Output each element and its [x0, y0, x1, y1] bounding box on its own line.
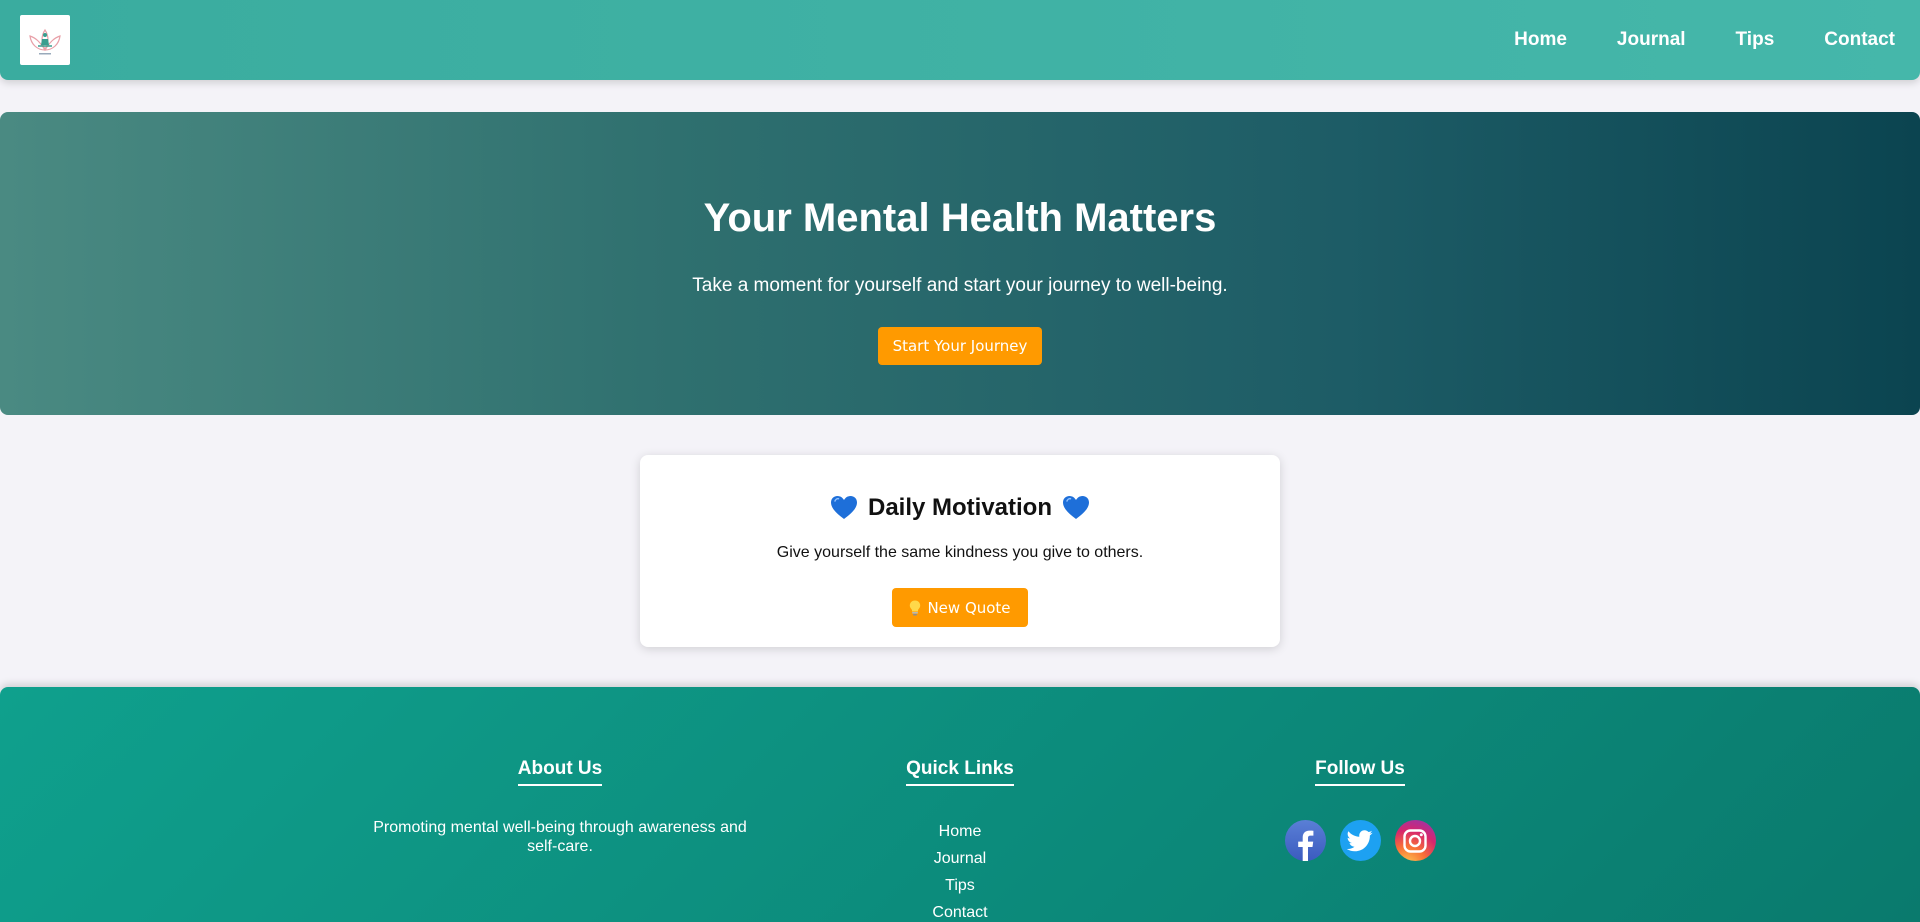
twitter-icon[interactable]: [1339, 820, 1381, 861]
footer-links-list: Home Journal Tips Contact: [760, 818, 1160, 922]
footer-link-tips[interactable]: Tips: [760, 872, 1160, 899]
nav-tips-link[interactable]: Tips: [1736, 29, 1775, 51]
meditation-lotus-logo-icon: [29, 28, 61, 55]
motivation-heading: Daily Motivation: [640, 494, 1280, 522]
motivation-title: Daily Motivation: [867, 494, 1053, 521]
nav-home-link[interactable]: Home: [1514, 29, 1567, 51]
nav-contact-link[interactable]: Contact: [1824, 29, 1895, 51]
footer-link-journal[interactable]: Journal: [760, 845, 1160, 872]
footer-follow-heading: Follow Us: [1315, 758, 1405, 786]
motivation-quote: Give yourself the same kindness you give…: [776, 544, 1144, 561]
hero-subtitle: Take a moment for yourself and start you…: [692, 275, 1228, 296]
hero-title: Your Mental Health Matters: [703, 196, 1217, 240]
facebook-icon[interactable]: [1284, 820, 1326, 861]
footer-quick-links-heading: Quick Links: [906, 758, 1014, 786]
new-quote-label: New Quote: [927, 598, 1011, 617]
footer-follow-section: Follow Us: [1160, 687, 1560, 861]
start-journey-button[interactable]: Start Your Journey: [878, 327, 1042, 365]
instagram-icon[interactable]: [1394, 820, 1436, 861]
footer-quick-links-section: Quick Links Home Journal Tips Contact: [760, 687, 1160, 922]
footer-about-heading: About Us: [517, 758, 603, 786]
site-footer: About Us Promoting mental well-being thr…: [0, 687, 1920, 922]
new-quote-button[interactable]: New Quote: [892, 588, 1028, 627]
social-links: [1160, 820, 1560, 861]
site-header: Home Journal Tips Contact: [0, 0, 1920, 80]
blue-heart-icon: [830, 496, 857, 519]
footer-about-text: Promoting mental well-being through awar…: [373, 819, 747, 855]
logo[interactable]: [20, 15, 70, 65]
hero-banner: Your Mental Health Matters Take a moment…: [0, 112, 1920, 415]
footer-about-section: About Us Promoting mental well-being thr…: [360, 687, 760, 856]
daily-motivation-card: Daily Motivation Give yourself the same …: [640, 455, 1280, 647]
footer-link-contact[interactable]: Contact: [760, 899, 1160, 922]
main-nav: Home Journal Tips Contact: [1464, 0, 1895, 80]
footer-link-home[interactable]: Home: [760, 818, 1160, 845]
nav-journal-link[interactable]: Journal: [1617, 29, 1686, 51]
lightbulb-icon: [910, 600, 921, 615]
blue-heart-icon: [1063, 496, 1090, 519]
